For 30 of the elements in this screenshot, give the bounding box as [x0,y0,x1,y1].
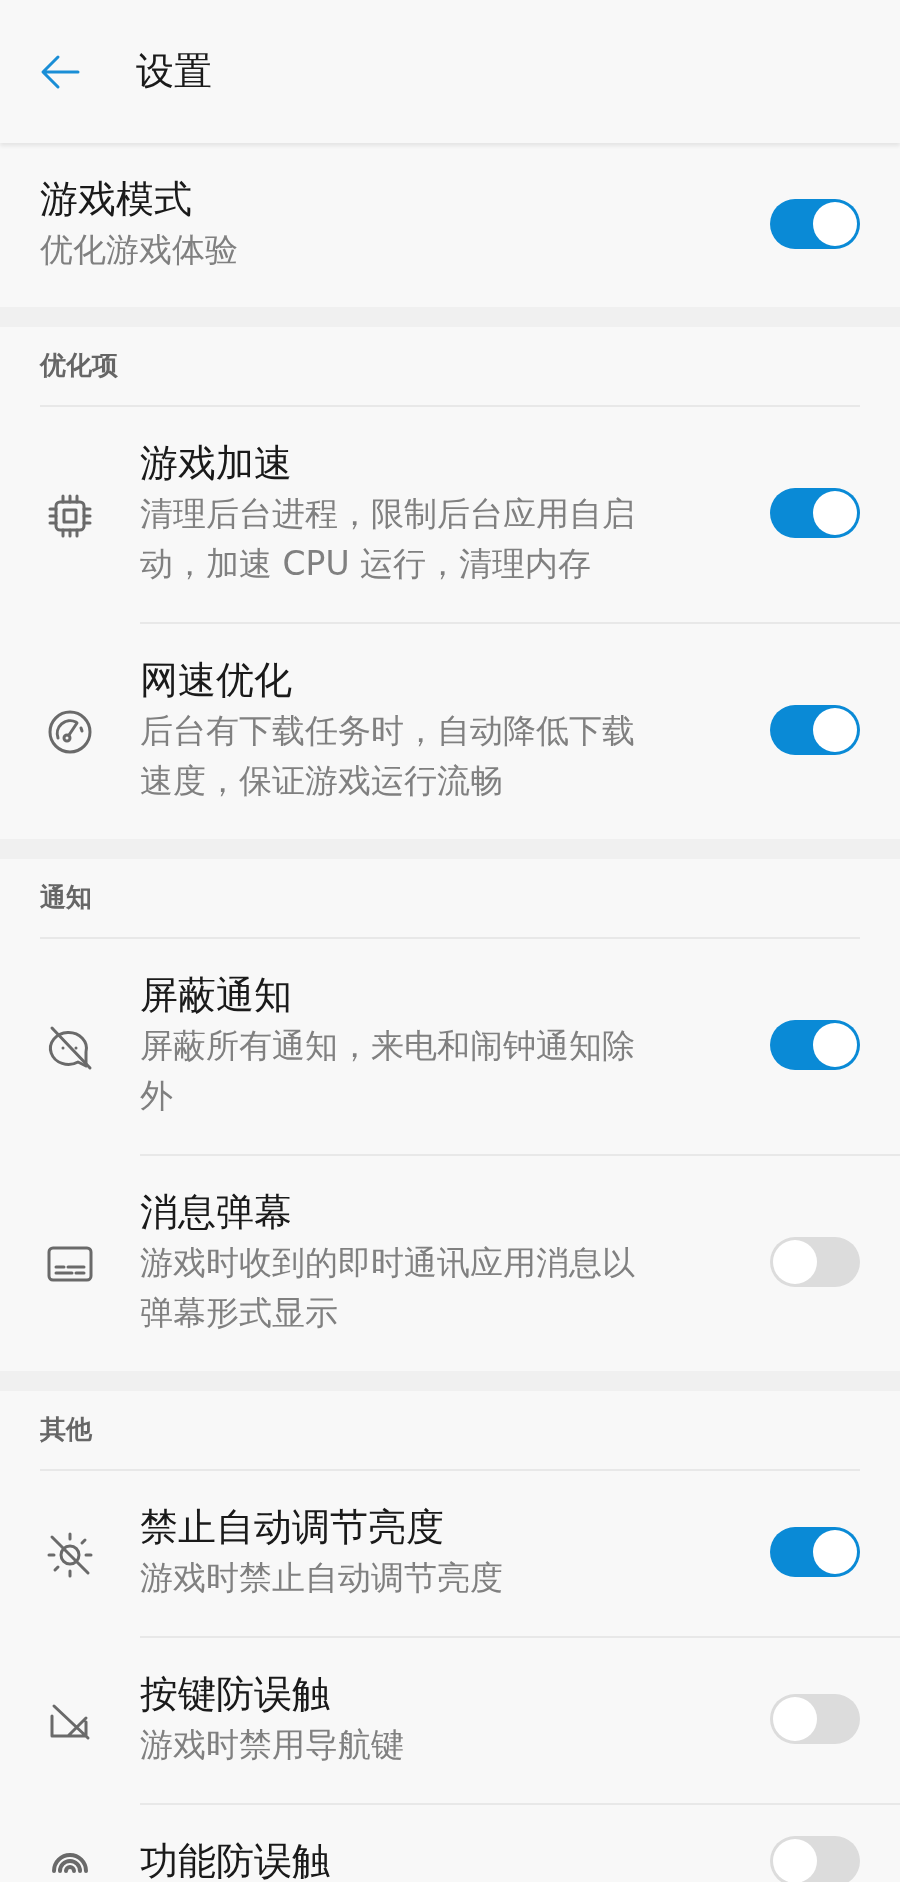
setting-description: 清理后台进程，限制后台应用自启动，加速 CPU 运行，清理内存 [140,493,636,585]
toggle-switch[interactable] [770,1020,860,1070]
setting-title: 游戏加速 [140,440,293,487]
setting-description: 游戏时禁用导航键 [140,1724,405,1766]
section-label: 优化项 [40,349,118,382]
section-label: 通知 [40,881,92,914]
setting-title: 网速优化 [140,657,293,704]
toggle-switch[interactable] [770,1527,860,1577]
setting-description: 游戏时收到的即时通讯应用消息以弹幕形式显示 [140,1242,636,1334]
page-title: 设置 [136,48,212,95]
toggle-switch[interactable] [770,1836,860,1882]
touch-icon [52,1852,88,1873]
setting-title: 消息弹幕 [140,1189,293,1236]
setting-description: 后台有下载任务时，自动降低下载速度，保证游戏运行流畅 [140,710,636,802]
setting-title: 游戏模式 [40,176,193,223]
setting-description: 游戏时禁止自动调节亮度 [140,1557,504,1599]
back-icon[interactable] [40,53,80,90]
setting-title: 屏蔽通知 [140,972,293,1019]
brightness-off-icon [46,1530,94,1579]
toggle-switch[interactable] [770,1237,860,1287]
toggle-switch[interactable] [770,488,860,538]
setting-description: 屏蔽所有通知，来电和闹钟通知除外 [140,1025,636,1117]
setting-title: 功能防误触 [140,1838,331,1882]
setting-description: 优化游戏体验 [40,229,239,271]
toggle-switch[interactable] [770,1694,860,1744]
setting-title: 按键防误触 [140,1671,331,1718]
section-label: 其他 [40,1413,92,1446]
toggle-switch[interactable] [770,705,860,755]
toggle-switch[interactable] [770,199,860,249]
setting-title: 禁止自动调节亮度 [140,1504,445,1551]
